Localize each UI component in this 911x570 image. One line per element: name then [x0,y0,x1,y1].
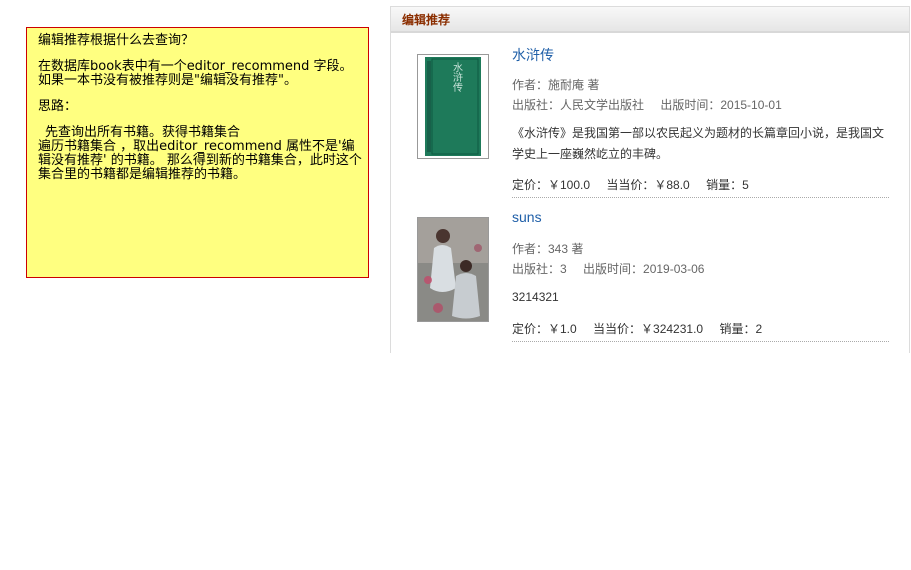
note-thinking-label: 思路： [38,99,78,114]
book-pub-date: 出版时间：2019-03-06 [583,262,705,276]
book-sales: 销量：2 [719,322,763,336]
book-author: 作者：施耐庵 著 [512,78,600,92]
note-thinking-body: 先查询出所有书籍。获得书籍集合 遍历书籍集合 ，取出editor_recomme… [38,125,362,182]
book-title-link[interactable]: suns [512,209,542,225]
panel-title: 编辑推荐 [402,13,451,27]
book-list-price: 定价：￥100.0 [512,178,591,192]
book-sales: 销量：5 [706,178,749,192]
book-divider [512,197,889,198]
book-current-price: 当当价：￥88.0 [606,178,690,192]
book-current-price: 当当价：￥324231.0 [593,322,704,336]
book-publisher: 出版社：人民文学出版社 [512,98,645,112]
book-cover-image [418,218,488,321]
book-publisher-line: 出版社：3 出版时间：2019-03-06 [512,260,704,277]
book-list-price: 定价：￥1.0 [512,322,577,336]
book-description: 《水浒传》是我国第一部以农民起义为题材的长篇章回小说，是我国文学史上一座巍然屹立… [512,126,885,161]
book-price-line: 定价：￥100.0 当当价：￥88.0 销量：5 [512,176,762,193]
book-description: 3214321 [512,290,559,304]
book-publisher: 出版社：3 [512,262,567,276]
book-pub-date: 出版时间：2015-10-01 [660,98,782,112]
book-cover[interactable] [417,217,489,322]
panel-header: 编辑推荐 [391,7,909,33]
editor-recommend-panel: 编辑推荐 水浒传 水浒传 作者：施耐庵 著 出版社：人民文学出版社 出版时间：2… [390,6,910,353]
note-explanation: 在数据库book表中有一个editor_recommend 字段。如果一本书没有… [38,59,353,88]
book-cover-image: 水浒传 [418,55,488,158]
book-price-line: 定价：￥1.0 当当价：￥324231.0 销量：2 [512,320,775,337]
cover-title: 水浒传 [451,62,463,93]
book-title-link[interactable]: 水浒传 [512,45,554,65]
book-author: 作者：343 著 [512,242,584,256]
note-box: 编辑推荐根据什么去查询？ 在数据库book表中有一个editor_recomme… [26,27,369,278]
book-cover[interactable]: 水浒传 [417,54,489,159]
book-divider [512,341,889,342]
book-publisher-line: 出版社：人民文学出版社 出版时间：2015-10-01 [512,96,782,113]
note-question: 编辑推荐根据什么去查询？ [38,33,195,48]
